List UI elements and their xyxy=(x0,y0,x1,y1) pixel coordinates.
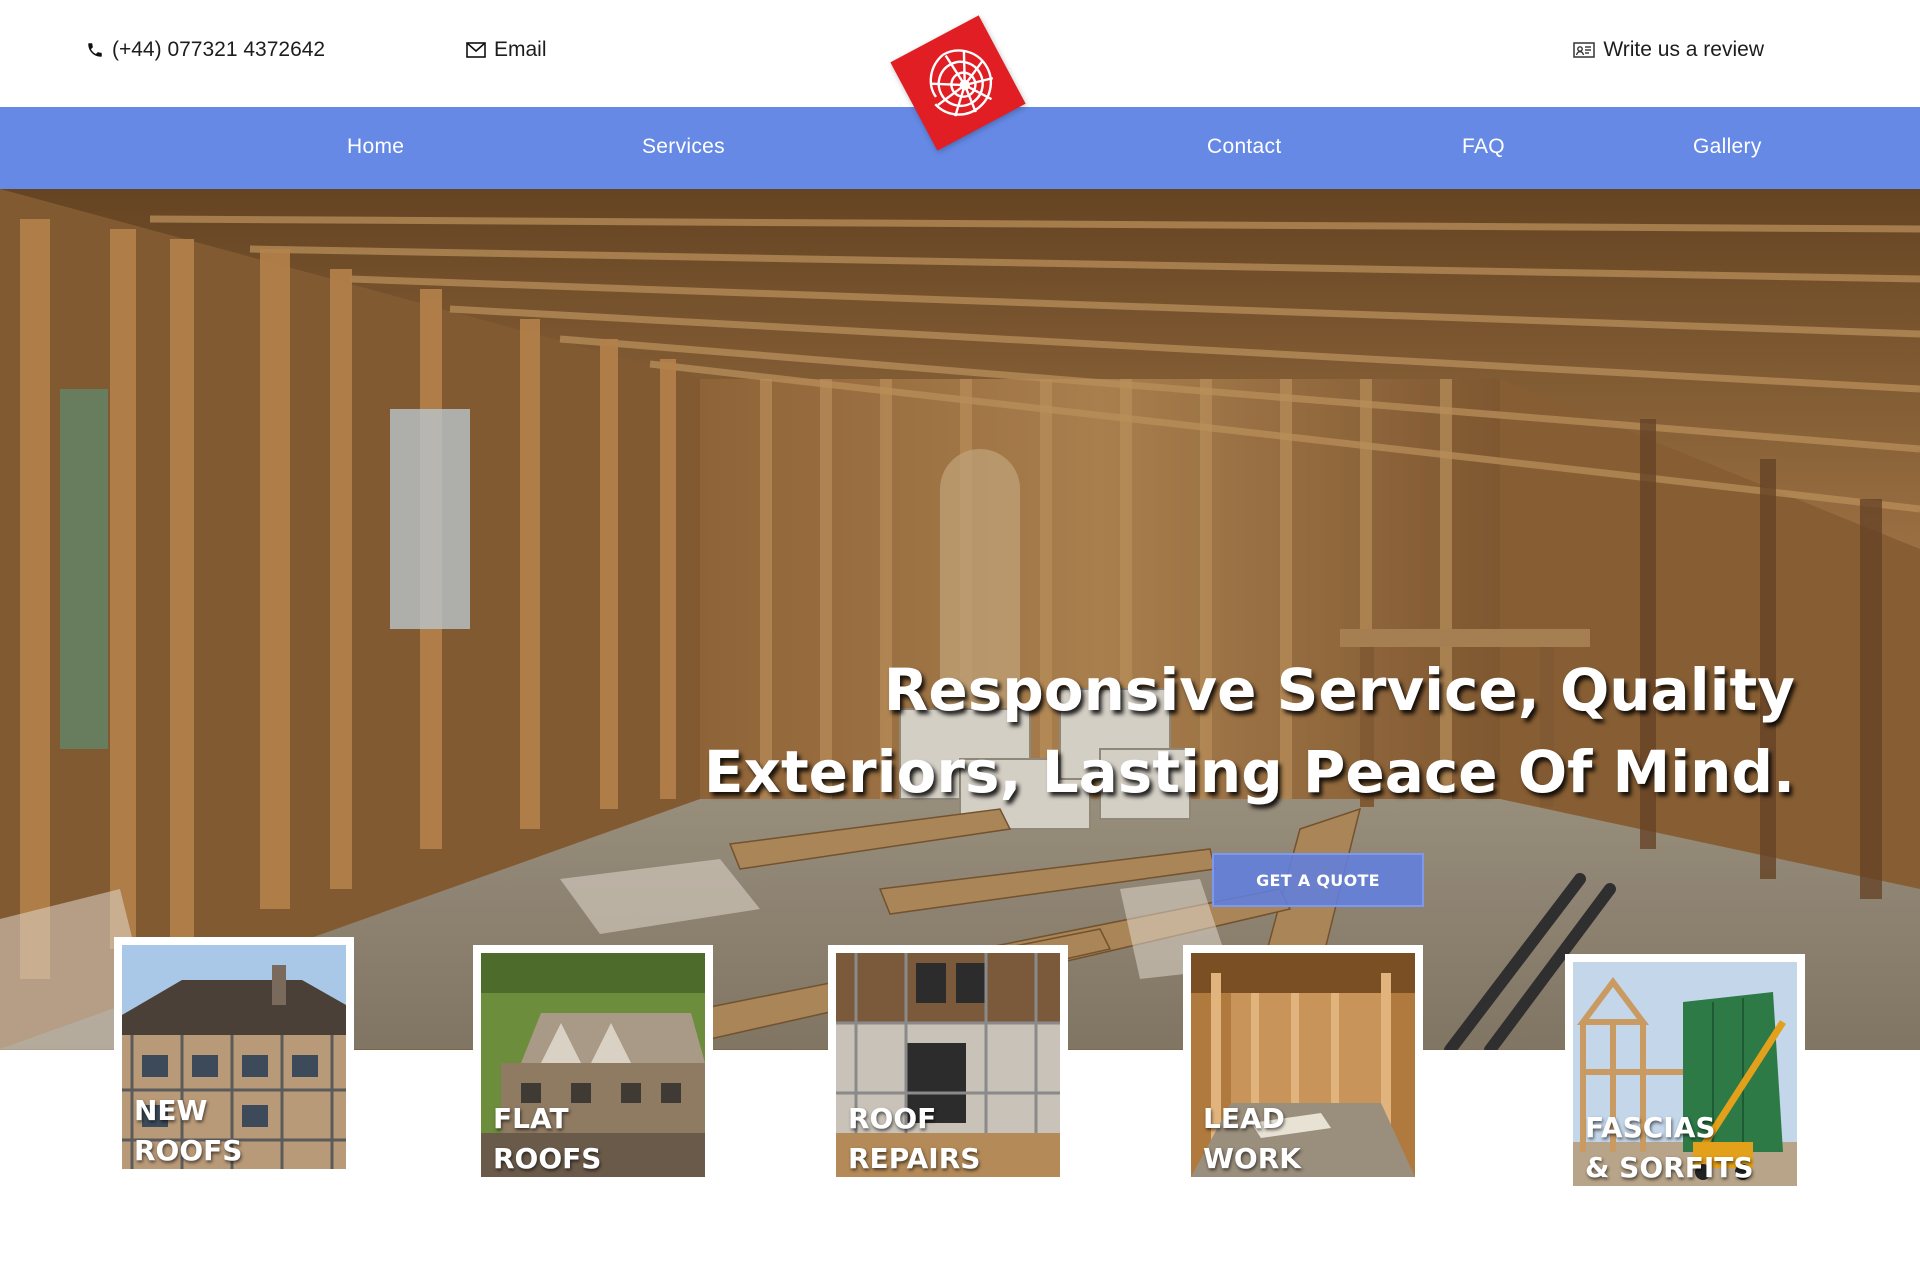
review-label: Write us a review xyxy=(1603,38,1764,61)
service-label: ROOF REPAIRS xyxy=(848,1099,980,1179)
service-label-line-1: FLAT xyxy=(493,1102,569,1135)
service-card-roof-repairs[interactable]: ROOF REPAIRS xyxy=(828,945,1068,1185)
hero-headline-line-1: Responsive Service, Quality xyxy=(883,656,1795,724)
hero-headline: Responsive Service, Quality Exteriors, L… xyxy=(704,649,1795,813)
hero-headline-line-2: Exteriors, Lasting Peace Of Mind. xyxy=(703,738,1795,806)
phone-link[interactable]: (+44) 077321 4372642 xyxy=(86,38,325,62)
service-label-line-2: ROOFS xyxy=(493,1142,602,1175)
phone-icon xyxy=(86,41,104,59)
service-card-new-roofs[interactable]: NEW ROOFS xyxy=(114,937,354,1177)
nav-home[interactable]: Home xyxy=(347,135,404,159)
service-card-lead-work[interactable]: LEAD WORK xyxy=(1183,945,1423,1185)
write-review-link[interactable]: Write us a review xyxy=(1573,38,1764,62)
service-label-line-1: FASCIAS xyxy=(1585,1111,1716,1144)
nav-contact[interactable]: Contact xyxy=(1207,135,1281,159)
service-label: FASCIAS & SORFITS xyxy=(1585,1108,1754,1188)
nav-services[interactable]: Services xyxy=(642,135,725,159)
service-label: FLAT ROOFS xyxy=(493,1099,601,1179)
mail-icon xyxy=(466,42,486,58)
service-label-line-1: ROOF xyxy=(848,1102,937,1135)
nav-gallery[interactable]: Gallery xyxy=(1693,135,1762,159)
email-link[interactable]: Email xyxy=(466,38,547,62)
service-label: LEAD WORK xyxy=(1203,1099,1301,1179)
hero-section: Responsive Service, Quality Exteriors, L… xyxy=(0,189,1920,1050)
service-card-fascias-sorfits[interactable]: FASCIAS & SORFITS xyxy=(1565,954,1805,1194)
review-card-icon xyxy=(1573,41,1596,59)
service-label-line-2: ROOFS xyxy=(134,1134,243,1167)
service-label: NEW ROOFS xyxy=(134,1091,242,1171)
email-label: Email xyxy=(494,38,547,61)
service-label-line-2: & SORFITS xyxy=(1585,1151,1754,1184)
phone-number: (+44) 077321 4372642 xyxy=(112,38,326,61)
service-label-line-1: NEW xyxy=(134,1094,208,1127)
shell-logo-icon xyxy=(929,49,994,117)
hero-background-image xyxy=(0,189,1920,1050)
service-label-line-2: WORK xyxy=(1203,1142,1301,1175)
service-label-line-2: REPAIRS xyxy=(848,1142,981,1175)
nav-faq[interactable]: FAQ xyxy=(1462,135,1505,159)
service-label-line-1: LEAD xyxy=(1203,1102,1285,1135)
get-a-quote-button[interactable]: GET A QUOTE xyxy=(1212,853,1424,907)
service-card-flat-roofs[interactable]: FLAT ROOFS xyxy=(473,945,713,1185)
